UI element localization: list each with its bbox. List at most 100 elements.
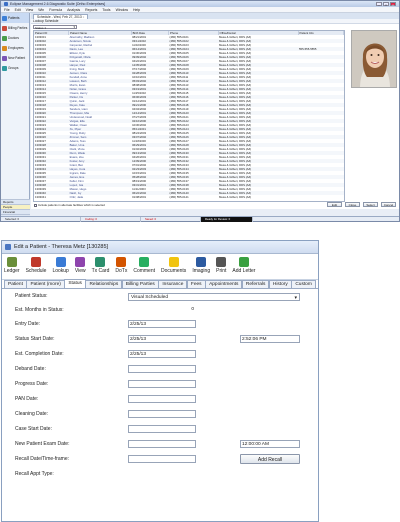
app-icon [4,2,8,6]
entry-date-field[interactable]: 2/25/13 [128,320,196,328]
tab-patient-more[interactable]: Patient (more) [26,280,65,288]
billing-parties-icon [2,25,7,31]
close-tab-icon[interactable]: × [83,15,85,20]
documents-icon [168,257,179,267]
status-filter-select[interactable]: Status 1 [33,24,77,30]
tab-referrals[interactable]: Referrals [241,280,270,288]
nav-item-doctors[interactable]: Doctors [1,33,29,43]
menu-tools[interactable]: Tools [102,8,110,12]
pan-date-field[interactable] [128,395,196,403]
edit-patient-title-bar: Edit a Patient - Theresa Metz [130285] [2,241,318,254]
schedule-button[interactable]: Schedule [26,257,46,274]
nav-item-employees[interactable]: Employees [1,43,29,53]
window-controls: – □ × [376,2,396,7]
tx-card-button[interactable]: Tx Card [92,257,109,274]
tab-appointments[interactable]: Appointments [205,280,243,288]
new-patient-exam-date-field[interactable] [128,440,196,448]
view-button[interactable]: View [75,257,86,274]
print-button[interactable]: Print [216,257,226,274]
practice-management-window: Eclipse Management 2.6 Diagnostic Suite … [0,0,400,222]
add-recall-button[interactable]: Add Recall [240,454,300,464]
lookup-button[interactable]: Lookup [52,257,69,274]
status-ready: Ready for Review: 0 [201,216,253,222]
tab-relationships[interactable]: Relationships [85,280,123,288]
menu-reports[interactable]: Reports [85,8,97,12]
menu-analysis[interactable]: Analysis [67,8,80,12]
status-form: Patient Status: Visual Scheduled Est. Mo… [2,290,318,521]
tab-fees[interactable]: Fees [186,280,206,288]
print-icon [216,257,227,267]
menu-edit[interactable]: Edit [15,8,21,12]
table-cell: 1303041 [35,195,46,199]
nav-item-new-patient[interactable]: New Patient [1,53,29,63]
documents-button[interactable]: Documents [161,257,186,274]
est-completion-label: Est. Completion Date: [15,351,64,357]
tab-patient[interactable]: Patient [4,280,27,288]
minimize-button[interactable]: – [376,2,382,7]
dialog-buttons: Edit Close Select Cancel [327,202,396,207]
close-button[interactable]: Close [345,202,360,207]
tab-history[interactable]: History [268,280,292,288]
employees-icon [2,45,7,51]
menu-help[interactable]: Help [133,8,140,12]
progress-date-field[interactable] [128,380,196,388]
menu-window[interactable]: Window [116,8,128,12]
doctors-icon [2,35,7,41]
window-title: Eclipse Management 2.6 Diagnostic Suite … [10,2,106,6]
toolbar-label: View [74,268,86,274]
close-window-button[interactable]: × [390,2,396,7]
patient-photo [351,30,397,88]
new-patient-exam-time-field[interactable]: 12:00:00 AM [240,440,300,448]
toolbar-label: DoTx [115,268,128,274]
tab-insurance[interactable]: Insurance [158,280,188,288]
recall-date-field[interactable] [128,455,196,463]
patient-status-select[interactable]: Visual Scheduled [128,293,300,302]
case-start-date-field[interactable] [128,425,196,433]
imaging-button[interactable]: Imaging [192,257,210,274]
nav-item-label: Patients [8,16,20,20]
table-cell: Ortiz, Jade [69,195,84,199]
maximize-button[interactable]: □ [383,2,389,7]
patient-toolbar: Ledger Schedule Lookup View Tx Card DoTx Comme… [2,254,318,280]
nav-item-groups[interactable]: Groups [1,63,29,73]
nav-item-label: Employees [8,46,24,50]
menu-file[interactable]: File [4,8,10,12]
status-start-time-field[interactable]: 2:52:06 PM [240,335,300,343]
toolbar-label: Ledger [4,268,20,274]
tab-billing-parties[interactable]: Billing Parties [121,280,159,288]
menu-win[interactable]: Win [38,8,44,12]
nav-item-patients[interactable]: Patients [1,13,29,23]
table-cell: Mesa & Gilbert, DDS (AZ) [219,195,252,199]
alt-facility-checkbox[interactable] [34,203,37,207]
patients-icon [2,15,7,21]
dotx-button[interactable]: DoTx [115,257,127,274]
patient-grid: Patient ID Patient Name Birth Date Phone Off… [33,30,345,202]
portrait-image [352,31,396,87]
cancel-button[interactable]: Cancel [381,202,396,207]
select-button[interactable]: Select [363,202,378,207]
est-months-field[interactable]: 0 [128,306,196,314]
cleaning-date-field[interactable] [128,410,196,418]
nav-item-billing-parties[interactable]: Billing Parties [1,23,29,33]
toolbar-label: Comment [133,268,156,274]
status-start-date-field[interactable]: 2/25/13 [128,335,196,343]
table-row[interactable]: 1303041 Ortiz, Jade 01/08/2001 (480) 555-01… [34,195,344,199]
table-cell: 01/08/2001 [132,195,147,199]
menu-formula[interactable]: Formula [49,8,62,12]
est-completion-date-field[interactable]: 2/25/13 [128,350,196,358]
est-months-label: Est. Months in Status: [15,307,64,313]
view-icon [75,257,86,267]
ledger-button[interactable]: Ledger [4,257,20,274]
tab-custom[interactable]: Custom [291,280,316,288]
recall-appt-type-label: Recall Appt Type: [15,471,54,477]
deband-date-field[interactable] [128,365,196,373]
comment-button[interactable]: Comment [133,257,155,274]
navigation-pane: Patients Billing Parties Doctors Employees N… [1,13,30,219]
toolbar-label: Documents [161,268,187,274]
add-letter-button[interactable]: Add Letter [232,257,255,274]
menu-view[interactable]: View [26,8,34,12]
tab-status[interactable]: Status [64,279,86,288]
patient-status-label: Patient Status: [15,293,48,299]
alt-facility-option[interactable]: Include patients in alternate facilities… [34,203,105,207]
edit-button[interactable]: Edit [327,202,342,207]
